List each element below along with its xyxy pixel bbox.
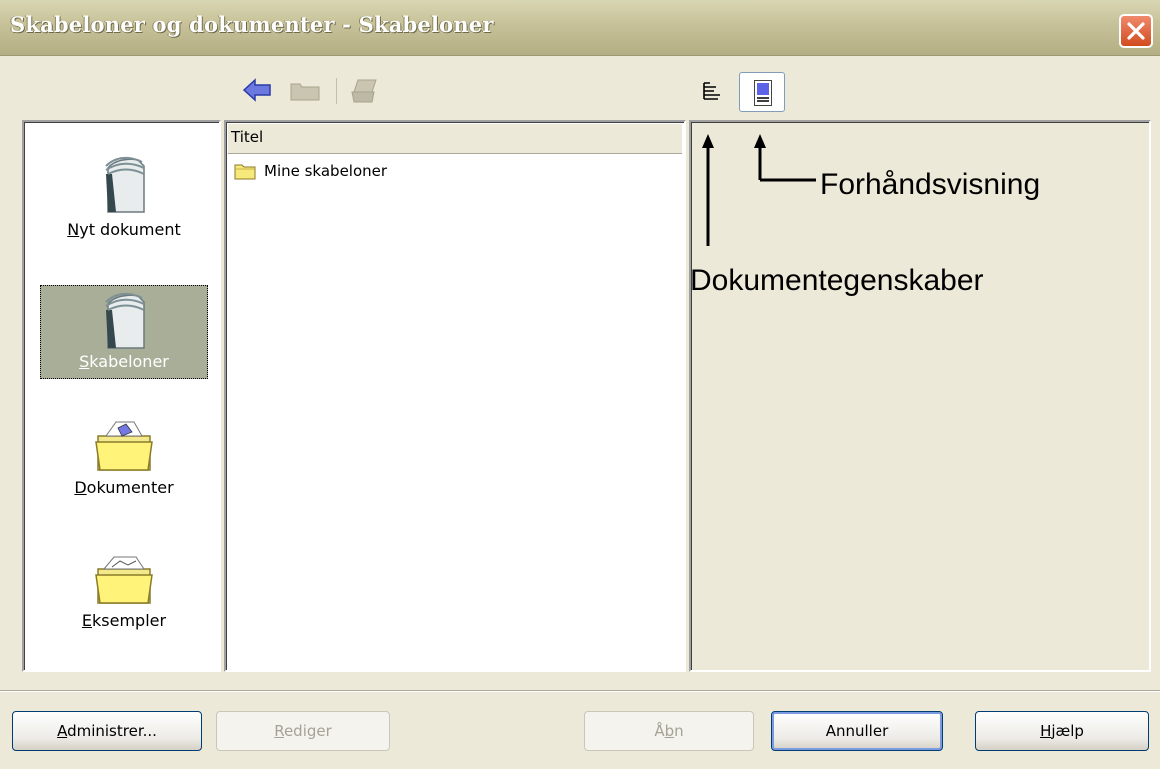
print-icon: [351, 79, 377, 103]
preview-annotation: Forhåndsvisning: [820, 168, 1041, 201]
category-templates[interactable]: Skabeloner: [40, 285, 208, 379]
category-label: Skabeloner: [79, 352, 169, 371]
new-document-icon: [105, 156, 145, 213]
examples-folder-icon: [95, 556, 153, 604]
edit-button[interactable]: Rediger: [216, 711, 390, 751]
properties-annotation: Dokumentegenskaber: [690, 264, 984, 297]
category-label: Nyt dokument: [67, 220, 181, 239]
preview-toggle-button[interactable]: [739, 72, 785, 112]
cancel-button[interactable]: Annuller: [771, 711, 943, 751]
list-item[interactable]: Mine skabeloner: [234, 162, 387, 180]
folder-up-icon: [290, 83, 320, 101]
window-title: Skabeloner og dokumenter - Skabeloner: [10, 12, 494, 37]
folder-icon: [234, 164, 256, 180]
documents-folder-icon: [95, 421, 153, 471]
help-button[interactable]: Hjælp: [975, 711, 1149, 751]
category-documents[interactable]: Dokumenter: [40, 414, 208, 514]
close-icon: [1127, 22, 1145, 40]
template-list-panel: Titel Mine skabeloner: [224, 120, 686, 672]
back-arrow-icon[interactable]: [242, 78, 272, 102]
toolbar-separator: [336, 78, 337, 104]
document-properties-icon[interactable]: [702, 80, 722, 104]
category-new-document[interactable]: Nyt dokument: [40, 154, 208, 254]
manage-button[interactable]: Administrer...: [12, 711, 202, 751]
category-label: Dokumenter: [74, 478, 174, 497]
column-header-title[interactable]: Titel: [228, 124, 682, 154]
divider: [0, 690, 1160, 692]
open-button[interactable]: Åbn: [584, 711, 754, 751]
title-bar: Skabeloner og dokumenter - Skabeloner: [0, 0, 1160, 56]
templates-icon: [105, 292, 145, 349]
preview-icon: [754, 80, 772, 106]
category-label: Eksempler: [81, 611, 167, 630]
close-button[interactable]: [1119, 14, 1153, 48]
category-examples[interactable]: Eksempler: [40, 547, 208, 647]
list-item-label: Mine skabeloner: [264, 162, 388, 180]
category-panel: Nyt dokument Skabeloner Dokumenter Eksem…: [22, 120, 221, 672]
